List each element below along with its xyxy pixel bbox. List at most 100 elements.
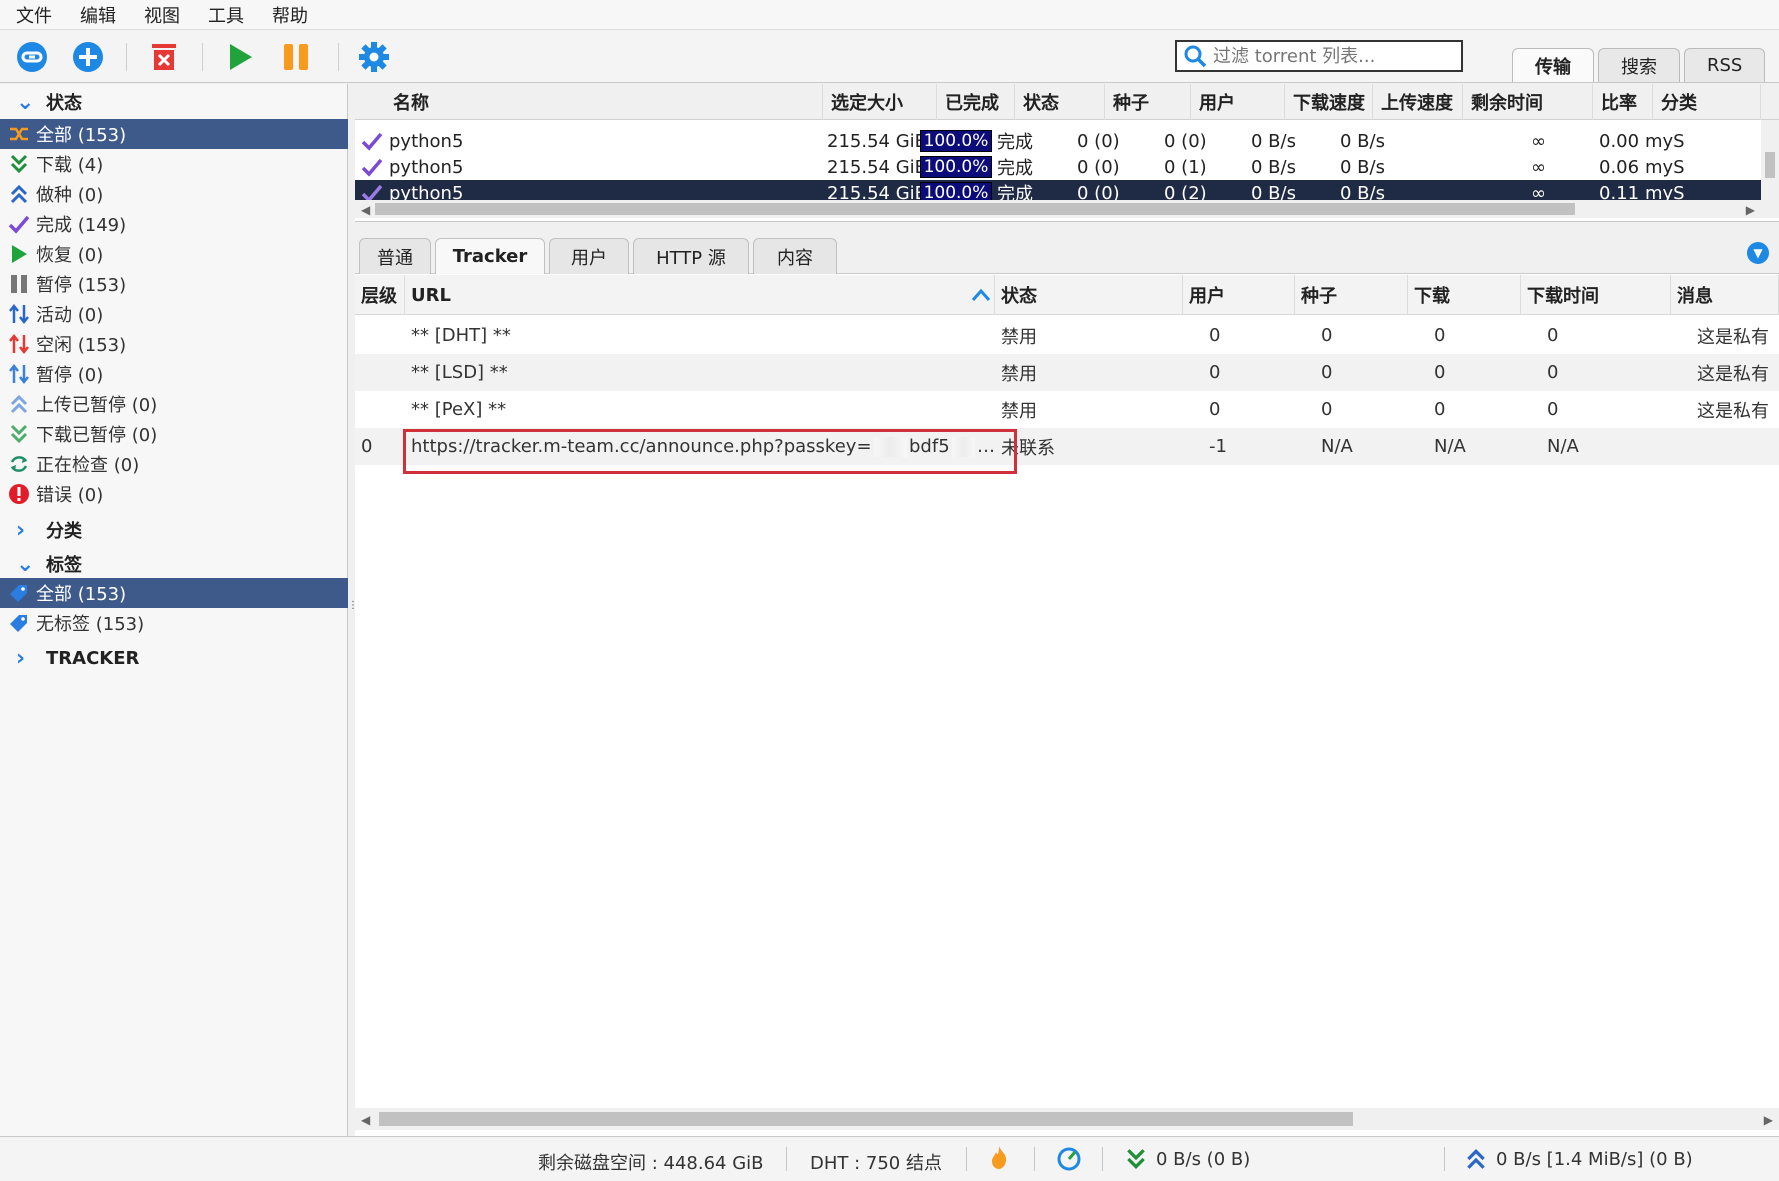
filter-label: 完成 (149) (36, 215, 127, 236)
tab-peers[interactable]: 用户 (549, 238, 629, 274)
scroll-thumb[interactable] (1765, 152, 1775, 178)
add-link-button[interactable] (14, 39, 50, 75)
col-status[interactable]: 状态 (1015, 84, 1105, 120)
scroll-right-icon[interactable]: ▶ (1764, 1113, 1773, 1127)
category-section-header[interactable]: › 分类 (16, 516, 82, 544)
collapse-panel-button[interactable]: ▼ (1747, 242, 1769, 264)
col-name[interactable]: 名称 (385, 84, 823, 120)
col-progress[interactable]: 已完成 (937, 84, 1015, 120)
tracker-row[interactable]: ** [DHT] ** 禁用 0 0 0 0 这是私有 (355, 317, 1779, 354)
torrent-list: 名称 选定大小 已完成 状态 种子 用户 下载速度 上传速度 剩余时间 比率 分… (355, 84, 1779, 222)
filter-inactive[interactable]: 空闲 (153) (0, 329, 348, 359)
tag-filter-all[interactable]: 全部 (153) (0, 578, 348, 608)
tracker-message (1691, 428, 1779, 465)
col-status[interactable]: 状态 (995, 275, 1183, 315)
col-leeches[interactable]: 下载 (1408, 275, 1521, 315)
filter-label: 暂停 (0) (36, 365, 104, 386)
gear-icon (359, 42, 389, 72)
resume-icon (8, 243, 30, 265)
col-ratio[interactable]: 比率 (1593, 84, 1653, 120)
sidebar: ⌄ 状态 全部 (153) 下载 (4) 做种 (0) 完成 (149) 恢复 … (0, 84, 348, 1136)
filter-stalled[interactable]: 暂停 (0) (0, 359, 348, 389)
search-input[interactable] (1213, 45, 1453, 67)
status-bar: 剩余磁盘空间 : 448.64 GiB DHT : 750 结点 0 B/s (… (0, 1136, 1779, 1181)
pause-button[interactable] (278, 39, 314, 75)
torrent-row[interactable]: python5 215.54 GiB 100.0% 完成 0 (0) 0 (0)… (355, 128, 1779, 154)
col-peers[interactable]: 用户 (1183, 275, 1295, 315)
torrent-row[interactable]: python5 215.54 GiB 100.0% 完成 0 (0) 0 (1)… (355, 154, 1779, 180)
stalled-icon (8, 363, 30, 385)
checking-icon (8, 453, 30, 475)
col-category[interactable]: 分类 (1653, 84, 1761, 120)
menu-edit[interactable]: 编辑 (80, 2, 116, 28)
torrent-status: 完成 (997, 132, 1033, 153)
scroll-left-icon[interactable]: ◀ (361, 1113, 370, 1127)
menu-view[interactable]: 视图 (144, 2, 180, 28)
dht-nodes: DHT : 750 结点 (810, 1153, 942, 1174)
add-torrent-button[interactable] (70, 39, 106, 75)
completed-icon (355, 128, 385, 154)
options-button[interactable] (356, 39, 392, 75)
filter-completed[interactable]: 完成 (149) (0, 209, 348, 239)
col-downloaded[interactable]: 下载时间 (1521, 275, 1671, 315)
chevron-down-icon: ▼ (1753, 246, 1763, 260)
tab-rss[interactable]: RSS (1684, 48, 1766, 82)
menu-tools[interactable]: 工具 (208, 2, 244, 28)
tracker-url: ** [DHT] ** (411, 325, 511, 346)
menu-file[interactable]: 文件 (16, 2, 52, 28)
status-section-header[interactable]: ⌄ 状态 (16, 88, 82, 116)
tracker-hscrollbar[interactable]: ◀ ▶ (355, 1108, 1779, 1130)
filter-label: 上传已暂停 (0) (36, 395, 158, 416)
filter-seeding[interactable]: 做种 (0) (0, 179, 348, 209)
speed-limit-icon[interactable] (1056, 1146, 1082, 1177)
tracker-table-header: 层级 URL 状态 用户 种子 下载 下载时间 消息 (355, 275, 1779, 315)
tab-search[interactable]: 搜索 (1598, 48, 1680, 82)
filter-resumed[interactable]: 恢复 (0) (0, 239, 348, 269)
scroll-right-icon[interactable]: ▶ (1746, 203, 1755, 217)
col-url[interactable]: URL (405, 275, 995, 315)
sidebar-resize-handle[interactable]: ⋮ (348, 600, 358, 614)
torrent-list-header: 名称 选定大小 已完成 状态 种子 用户 下载速度 上传速度 剩余时间 比率 分… (355, 84, 1779, 120)
scroll-left-icon[interactable]: ◀ (361, 203, 370, 217)
col-eta[interactable]: 剩余时间 (1463, 84, 1593, 120)
filter-checking[interactable]: 正在检查 (0) (0, 449, 348, 479)
col-message[interactable]: 消息 (1671, 275, 1779, 315)
firewalled-icon[interactable] (988, 1145, 1010, 1176)
torrent-list-vscrollbar[interactable] (1761, 120, 1779, 200)
scroll-thumb[interactable] (379, 1112, 1353, 1126)
filter-active[interactable]: 活动 (0) (0, 299, 348, 329)
tag-filter-untagged[interactable]: 无标签 (153) (0, 608, 348, 638)
col-down-speed[interactable]: 下载速度 (1285, 84, 1373, 120)
tags-section-header[interactable]: ⌄ 标签 (16, 550, 82, 578)
col-tier[interactable]: 层级 (355, 275, 405, 315)
tracker-row[interactable]: ** [PeX] ** 禁用 0 0 0 0 这是私有 (355, 391, 1779, 428)
filter-errored[interactable]: 错误 (0) (0, 479, 348, 509)
col-size[interactable]: 选定大小 (823, 84, 937, 120)
filter-search[interactable] (1175, 40, 1463, 72)
tab-general[interactable]: 普通 (359, 238, 431, 274)
filter-paused[interactable]: 暂停 (153) (0, 269, 348, 299)
torrent-eta: ∞ (1531, 156, 1546, 178)
tab-http-sources[interactable]: HTTP 源 (633, 238, 749, 274)
col-seeds[interactable]: 种子 (1295, 275, 1408, 315)
tab-transfers[interactable]: 传输 (1512, 48, 1594, 82)
inactive-icon (8, 333, 30, 355)
filter-all[interactable]: 全部 (153) (0, 119, 348, 149)
col-up-speed[interactable]: 上传速度 (1373, 84, 1463, 120)
torrent-list-hscrollbar[interactable]: ◀ ▶ (355, 200, 1779, 218)
col-seeds[interactable]: 种子 (1105, 84, 1191, 120)
filter-label: 活动 (0) (36, 305, 104, 326)
resume-button[interactable] (222, 39, 258, 75)
tracker-section-header[interactable]: › TRACKER (16, 644, 139, 672)
filter-stalled-uploading[interactable]: 上传已暂停 (0) (0, 389, 348, 419)
col-peers[interactable]: 用户 (1191, 84, 1285, 120)
filter-stalled-downloading[interactable]: 下载已暂停 (0) (0, 419, 348, 449)
delete-button[interactable] (146, 39, 182, 75)
tracker-row[interactable]: ** [LSD] ** 禁用 0 0 0 0 这是私有 (355, 354, 1779, 391)
menu-help[interactable]: 帮助 (272, 2, 308, 28)
filter-downloading[interactable]: 下载 (4) (0, 149, 348, 179)
tab-trackers[interactable]: Tracker (435, 238, 545, 274)
scroll-thumb[interactable] (375, 203, 1575, 215)
tab-content[interactable]: 内容 (753, 238, 837, 274)
torrent-peers: 0 (0) (1164, 130, 1207, 152)
